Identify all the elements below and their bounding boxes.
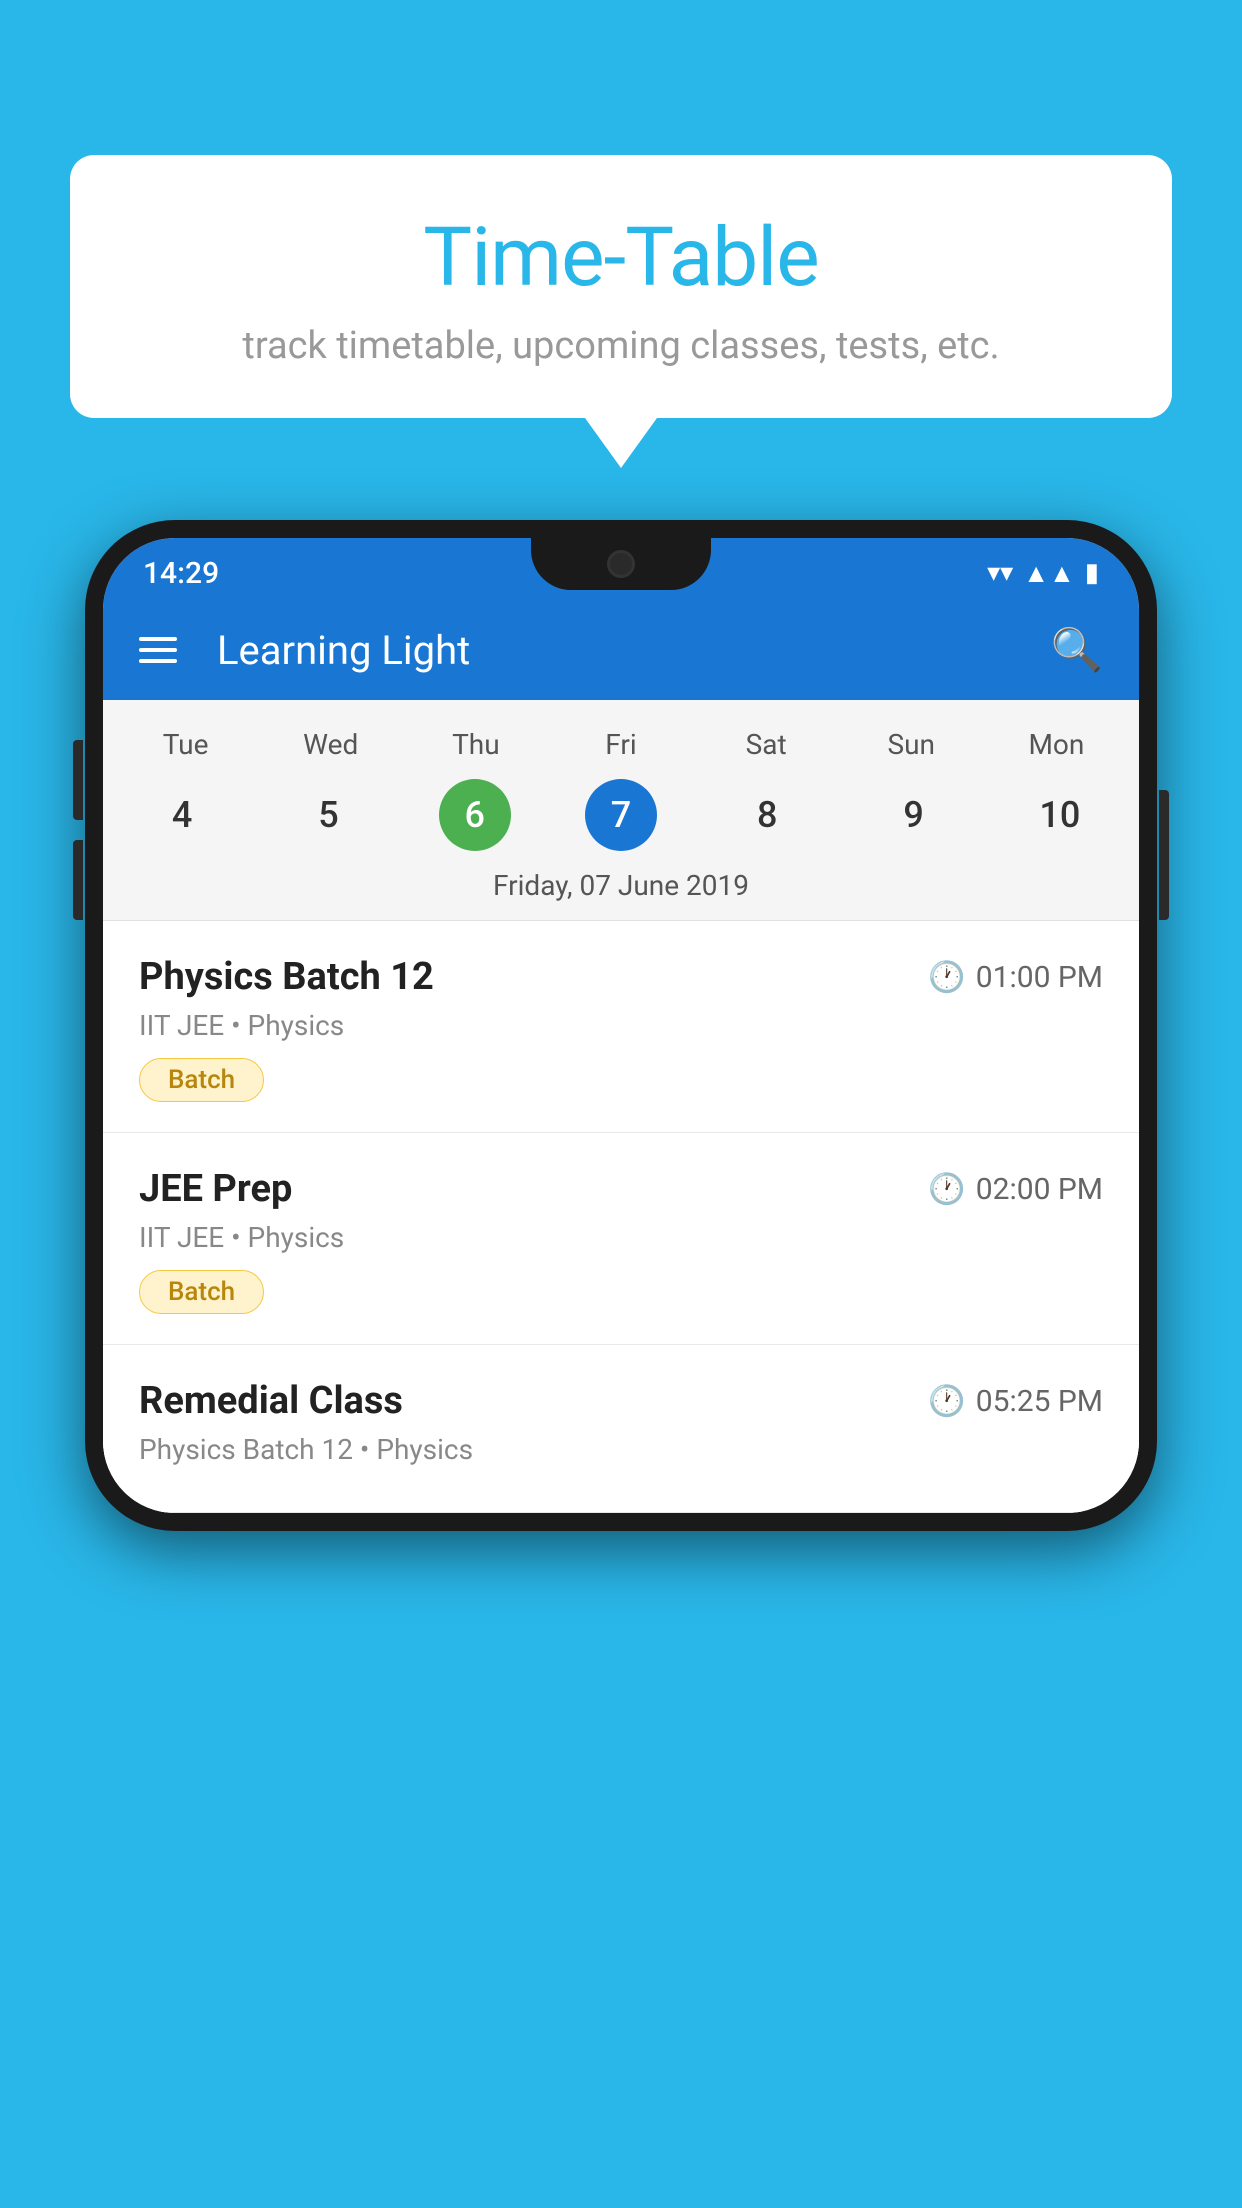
schedule-time-2: 🕐 02:00 PM [928, 1172, 1103, 1207]
day-8[interactable]: 8 [698, 779, 836, 851]
day-header-wed: Wed [258, 720, 403, 769]
schedule-list: Physics Batch 12 🕐 01:00 PM IIT JEE • Ph… [103, 921, 1139, 1513]
clock-icon-1: 🕐 [928, 960, 965, 995]
day-numbers: 4 5 6 7 8 9 10 [103, 769, 1139, 861]
schedule-item-2[interactable]: JEE Prep 🕐 02:00 PM IIT JEE • Physics Ba… [103, 1133, 1139, 1345]
day-9[interactable]: 9 [844, 779, 982, 851]
schedule-meta-2: IIT JEE • Physics [139, 1221, 1103, 1254]
hamburger-line-3 [139, 659, 177, 663]
bubble-subtitle: track timetable, upcoming classes, tests… [130, 324, 1112, 368]
clock-icon-2: 🕐 [928, 1172, 965, 1207]
speech-bubble-container: Time-Table track timetable, upcoming cla… [70, 155, 1172, 468]
schedule-time-text-3: 05:25 PM [976, 1384, 1103, 1419]
phone-notch [531, 538, 711, 590]
schedule-item-1-header: Physics Batch 12 🕐 01:00 PM [139, 955, 1103, 999]
date-label: Friday, 07 June 2019 [103, 861, 1139, 921]
app-bar: Learning Light 🔍 [103, 600, 1139, 700]
schedule-meta-3: Physics Batch 12 • Physics [139, 1433, 1103, 1466]
power-button[interactable] [1159, 790, 1169, 920]
volume-up-button[interactable] [73, 740, 83, 820]
app-title: Learning Light [217, 627, 1021, 674]
schedule-time-text-1: 01:00 PM [976, 960, 1103, 995]
hamburger-line-1 [139, 637, 177, 641]
day-5[interactable]: 5 [259, 779, 397, 851]
bubble-arrow [585, 418, 657, 468]
calendar-strip: Tue Wed Thu Fri Sat Sun Mon 4 5 6 7 8 9 … [103, 700, 1139, 921]
day-7-selected[interactable]: 7 [552, 779, 690, 851]
day-header-thu: Thu [403, 720, 548, 769]
schedule-item-2-header: JEE Prep 🕐 02:00 PM [139, 1167, 1103, 1211]
schedule-item-3[interactable]: Remedial Class 🕐 05:25 PM Physics Batch … [103, 1345, 1139, 1513]
schedule-time-3: 🕐 05:25 PM [928, 1384, 1103, 1419]
batch-tag-2: Batch [139, 1270, 264, 1314]
day-6-today[interactable]: 6 [406, 779, 544, 851]
day-header-sun: Sun [839, 720, 984, 769]
schedule-item-3-header: Remedial Class 🕐 05:25 PM [139, 1379, 1103, 1423]
schedule-title-2: JEE Prep [139, 1167, 292, 1211]
batch-tag-1: Batch [139, 1058, 264, 1102]
phone-screen: 14:29 ▾▾ ▲▲ ▮ Learning Light 🔍 [103, 538, 1139, 1513]
schedule-title-1: Physics Batch 12 [139, 955, 434, 999]
front-camera [607, 550, 635, 578]
day-header-sat: Sat [694, 720, 839, 769]
day-header-fri: Fri [548, 720, 693, 769]
day-header-tue: Tue [113, 720, 258, 769]
volume-down-button[interactable] [73, 840, 83, 920]
schedule-meta-1: IIT JEE • Physics [139, 1009, 1103, 1042]
day-header-mon: Mon [984, 720, 1129, 769]
phone-notch-area [85, 538, 1157, 590]
day-4[interactable]: 4 [113, 779, 251, 851]
phone-outer: 14:29 ▾▾ ▲▲ ▮ Learning Light 🔍 [85, 520, 1157, 1531]
menu-icon[interactable] [139, 637, 177, 663]
clock-icon-3: 🕐 [928, 1384, 965, 1419]
schedule-item-1[interactable]: Physics Batch 12 🕐 01:00 PM IIT JEE • Ph… [103, 921, 1139, 1133]
phone-wrapper: 14:29 ▾▾ ▲▲ ▮ Learning Light 🔍 [85, 520, 1157, 2208]
schedule-time-1: 🕐 01:00 PM [928, 960, 1103, 995]
bubble-title: Time-Table [130, 210, 1112, 306]
day-10[interactable]: 10 [991, 779, 1129, 851]
schedule-time-text-2: 02:00 PM [976, 1172, 1103, 1207]
hamburger-line-2 [139, 648, 177, 652]
speech-bubble: Time-Table track timetable, upcoming cla… [70, 155, 1172, 418]
search-icon[interactable]: 🔍 [1051, 626, 1103, 675]
schedule-title-3: Remedial Class [139, 1379, 403, 1423]
day-headers: Tue Wed Thu Fri Sat Sun Mon [103, 720, 1139, 769]
